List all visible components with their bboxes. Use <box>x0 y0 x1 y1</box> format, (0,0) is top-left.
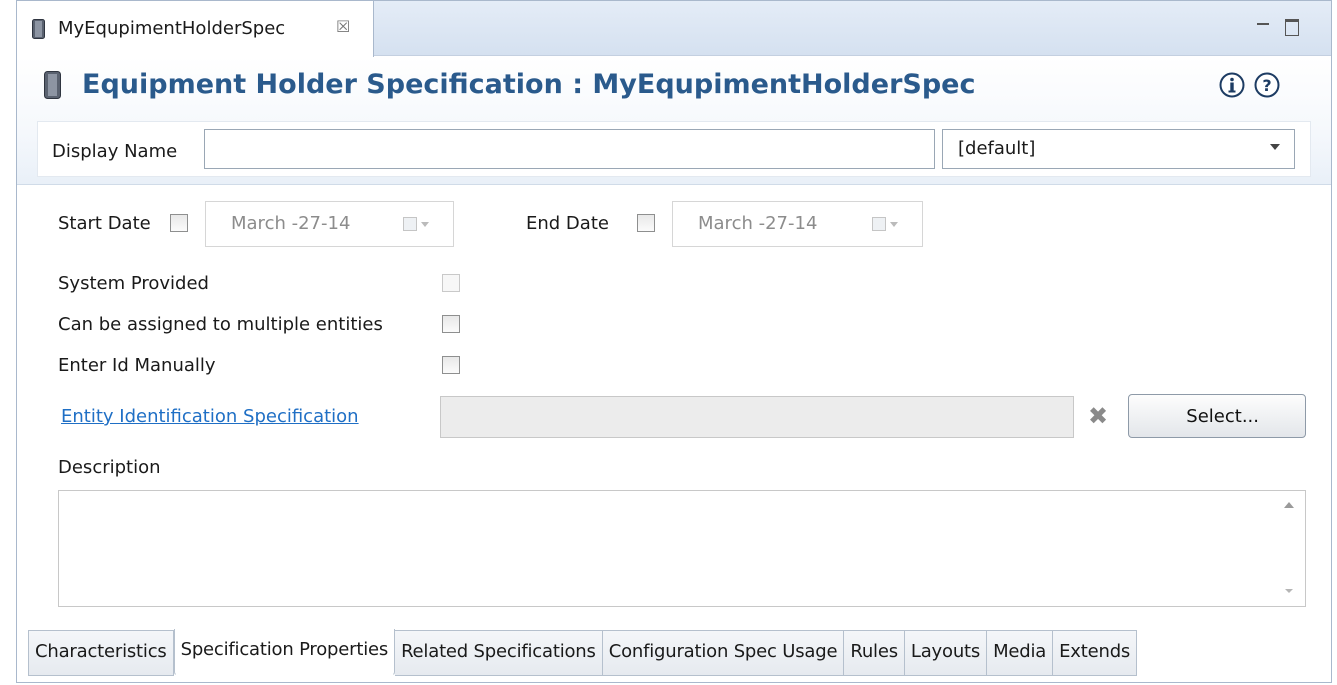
info-icon[interactable] <box>1219 72 1245 98</box>
close-icon[interactable]: ☒ <box>336 16 350 38</box>
chevron-down-icon[interactable] <box>1270 144 1280 150</box>
system-provided-checkbox[interactable] <box>442 274 460 292</box>
end-date-checkbox[interactable] <box>637 214 655 232</box>
page-title: Equipment Holder Specification : MyEqupi… <box>82 69 976 100</box>
help-icon[interactable]: ? <box>1254 72 1280 98</box>
locale-select-value: [default] <box>958 138 1036 159</box>
end-date-label: End Date <box>526 213 609 234</box>
entity-identification-spec-link[interactable]: Entity Identification Specification <box>61 405 359 429</box>
tab-related-specifications[interactable]: Related Specifications <box>395 631 603 676</box>
multiple-entities-label: Can be assigned to multiple entities <box>58 314 383 335</box>
scroll-up-icon[interactable] <box>1284 502 1294 508</box>
maximize-icon[interactable] <box>1285 19 1299 36</box>
end-date-value: March -27-14 <box>698 213 818 234</box>
scroll-down-icon[interactable] <box>1285 589 1293 593</box>
equipment-holder-icon <box>44 71 61 99</box>
display-name-label: Display Name <box>52 141 178 162</box>
tab-configuration-spec-usage[interactable]: Configuration Spec Usage <box>602 631 845 676</box>
tab-characteristics[interactable]: Characteristics <box>28 631 174 676</box>
svg-text:?: ? <box>1262 76 1271 95</box>
equipment-holder-icon <box>32 19 45 39</box>
clear-icon[interactable]: ✖ <box>1088 403 1108 429</box>
editor-tab-title[interactable]: MyEqupimentHolderSpec <box>58 18 285 40</box>
display-name-input[interactable] <box>204 129 935 169</box>
chevron-down-icon[interactable] <box>421 222 429 227</box>
tab-media[interactable]: Media <box>987 631 1054 676</box>
select-button[interactable]: Select... <box>1128 394 1306 438</box>
start-date-value: March -27-14 <box>231 213 351 234</box>
calendar-icon[interactable] <box>872 217 886 231</box>
description-label: Description <box>58 457 161 478</box>
start-date-label: Start Date <box>58 213 151 234</box>
tab-extends[interactable]: Extends <box>1053 631 1138 676</box>
enter-id-manually-checkbox[interactable] <box>442 356 460 374</box>
description-textarea[interactable] <box>58 490 1306 607</box>
calendar-icon[interactable] <box>403 217 417 231</box>
entity-identification-spec-field[interactable] <box>440 396 1074 438</box>
tab-layouts[interactable]: Layouts <box>904 631 988 676</box>
enter-id-manually-label: Enter Id Manually <box>58 355 216 376</box>
multiple-entities-checkbox[interactable] <box>442 315 460 333</box>
tab-specification-properties[interactable]: Specification Properties <box>173 629 396 676</box>
editor-page-tabs: Characteristics Specification Properties… <box>28 629 1138 676</box>
start-date-checkbox[interactable] <box>170 214 188 232</box>
tab-rules[interactable]: Rules <box>844 631 905 676</box>
chevron-down-icon[interactable] <box>890 222 898 227</box>
system-provided-label: System Provided <box>58 273 209 294</box>
minimize-icon[interactable] <box>1257 13 1269 25</box>
